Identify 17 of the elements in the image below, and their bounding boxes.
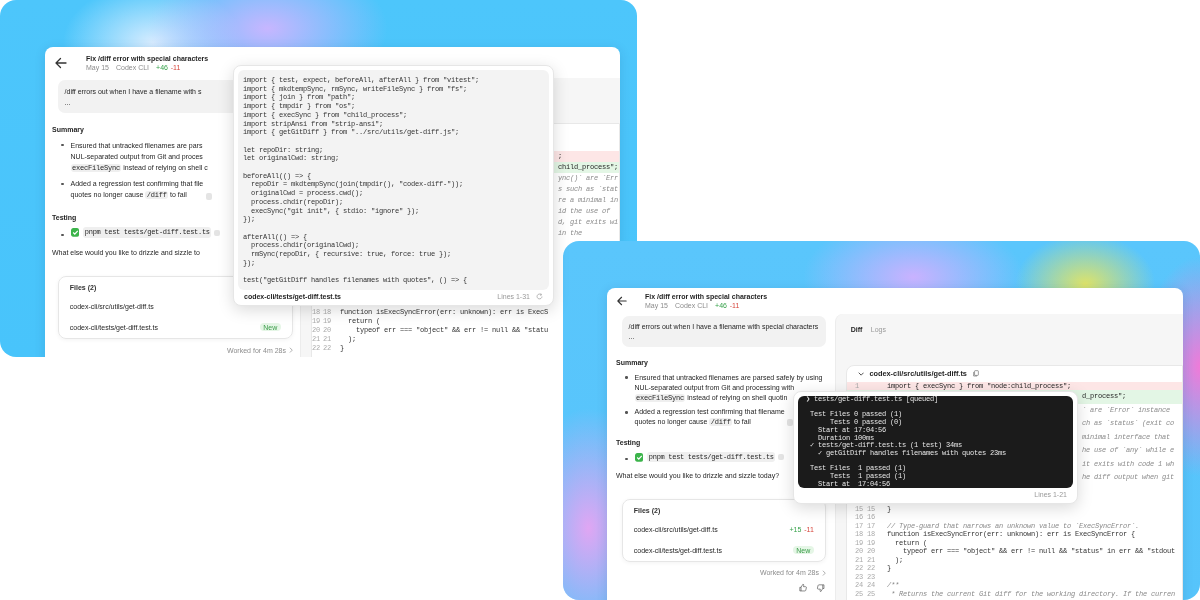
bullet-icon [61, 233, 64, 236]
back-arrow-icon[interactable] [55, 56, 67, 69]
back-arrow-icon[interactable] [617, 296, 627, 306]
checkbox[interactable] [70, 228, 80, 238]
checkbox[interactable] [634, 452, 644, 462]
bullet-icon [625, 457, 628, 461]
chevron-right-icon [288, 347, 293, 354]
thumbs-up-icon[interactable] [798, 582, 808, 593]
bullet-icon [625, 411, 628, 414]
caret-icon[interactable] [857, 371, 864, 377]
thumbs-down-icon[interactable] [816, 582, 826, 593]
copy-icon [972, 370, 979, 378]
bullet-icon [61, 143, 64, 147]
refresh-icon [536, 293, 543, 300]
chevron-right-icon [821, 569, 826, 577]
bullet-icon [61, 182, 64, 186]
bullet-icon [625, 376, 628, 379]
